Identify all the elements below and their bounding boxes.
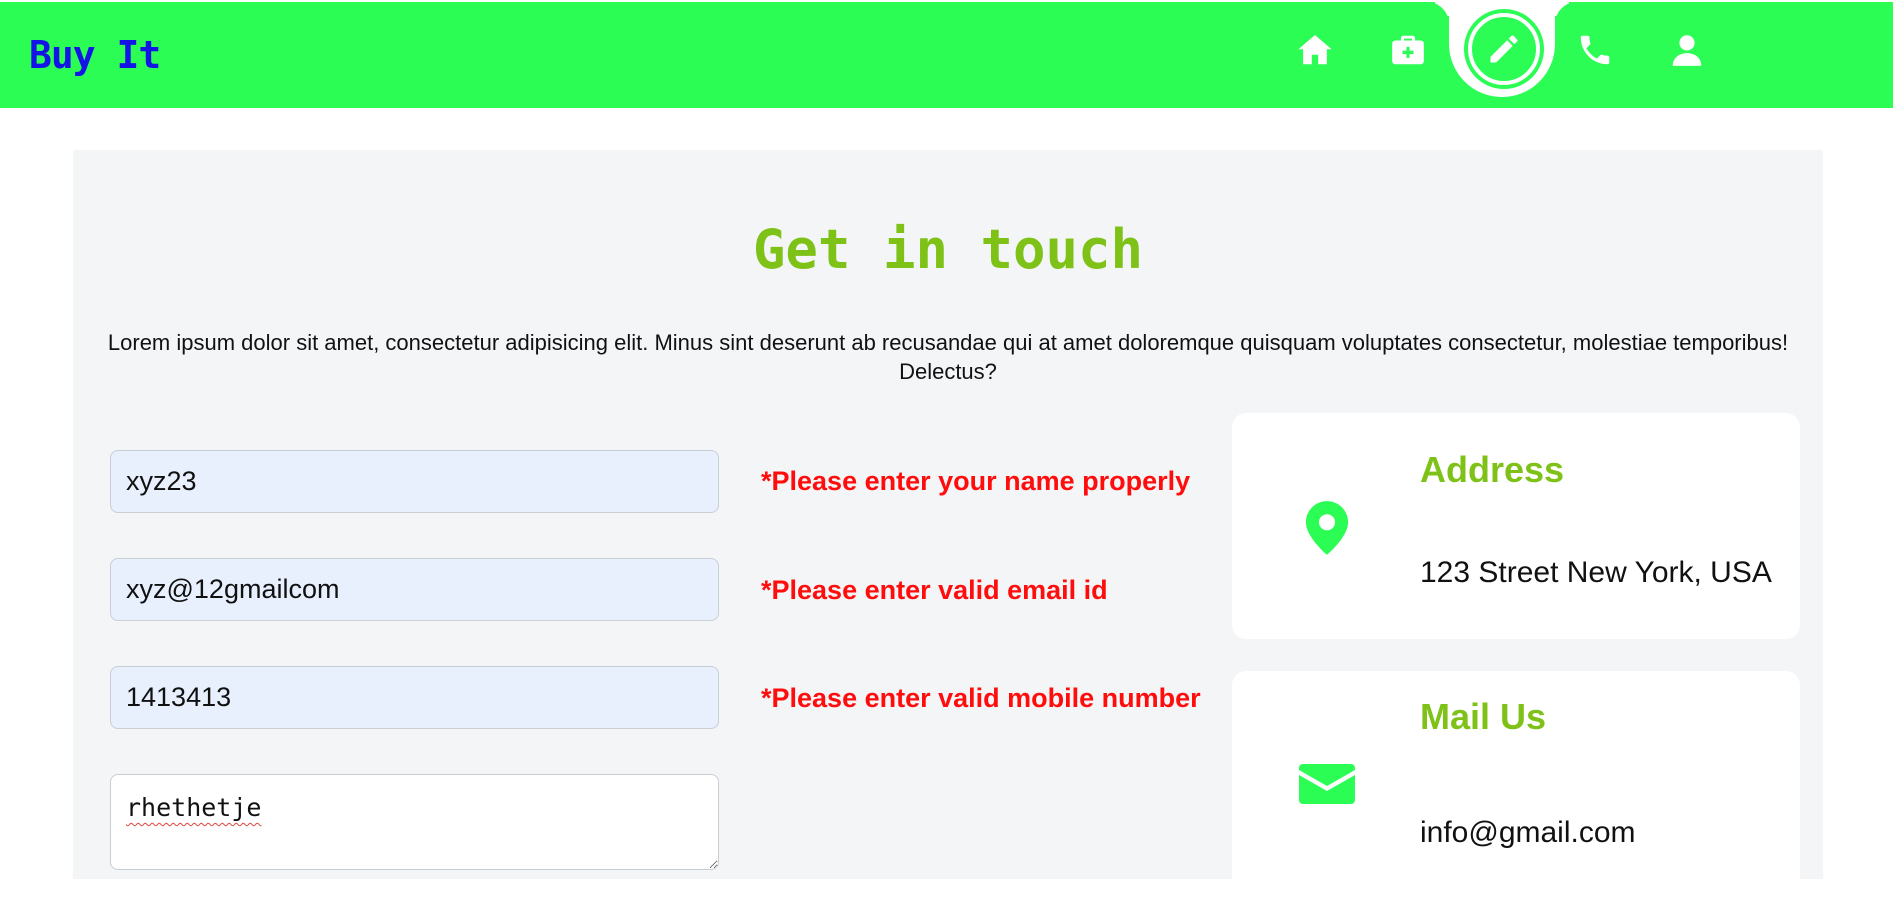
nav-contact-active[interactable]: [1464, 9, 1544, 89]
phone-icon: [1580, 35, 1610, 65]
active-ring: [1468, 13, 1540, 85]
nav-phone[interactable]: [1567, 22, 1623, 78]
address-card: Address 123 Street New York, USA: [1232, 413, 1800, 639]
mail-text[interactable]: info@gmail.com: [1420, 816, 1636, 850]
message-textarea[interactable]: rhethetje: [110, 774, 719, 870]
address-title: Address: [1420, 449, 1565, 490]
mobile-input[interactable]: [110, 666, 719, 729]
section-description: Lorem ipsum dolor sit amet, consectetur …: [107, 330, 1789, 384]
address-text: 123 Street New York, USA: [1420, 556, 1772, 589]
home-icon: [1298, 34, 1332, 65]
map-pin-icon: [1297, 493, 1357, 563]
email-input[interactable]: [110, 558, 719, 621]
page-title: Get in touch: [752, 218, 1144, 281]
logo[interactable]: Buy It: [29, 33, 161, 77]
email-error-message: *Please enter valid email id: [761, 575, 1108, 605]
name-input[interactable]: [110, 450, 719, 513]
mobile-error-message: *Please enter valid mobile number: [761, 683, 1201, 713]
mail-title: Mail Us: [1420, 696, 1547, 737]
medical-bag-icon: [1392, 35, 1424, 65]
envelope-icon: [1297, 759, 1357, 809]
contact-section: Get in touch Lorem ipsum dolor sit amet,…: [73, 150, 1823, 911]
nav-home[interactable]: [1287, 22, 1343, 78]
pencil-icon: [1490, 35, 1518, 63]
nav-user[interactable]: [1659, 22, 1715, 78]
user-icon: [1672, 35, 1702, 66]
mail-card: Mail Us info@gmail.com: [1232, 671, 1800, 911]
name-error-message: *Please enter your name properly: [761, 466, 1191, 496]
navbar: Buy It: [0, 2, 1893, 108]
nav-shop[interactable]: [1380, 22, 1436, 78]
